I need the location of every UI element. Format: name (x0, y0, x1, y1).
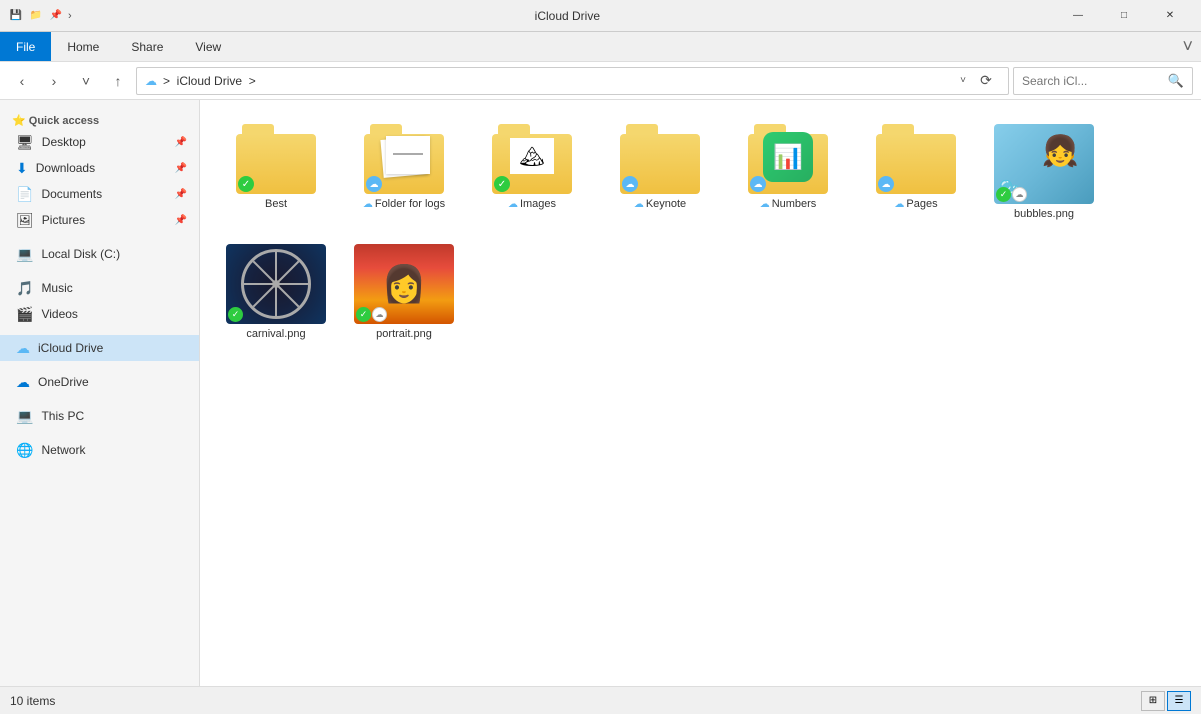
local-disk-icon: 💻 (16, 246, 33, 263)
thumbnail-carnival: ✓ (226, 244, 326, 324)
menu-share[interactable]: Share (115, 32, 179, 61)
menu-view[interactable]: View (179, 32, 237, 61)
file-label-logs: ☁ Folder for logs (363, 198, 445, 210)
title-bar-pin-icon[interactable]: 📌 (48, 8, 64, 24)
sidebar-item-this-pc[interactable]: 💻 This PC (0, 403, 199, 429)
file-label-keynote: ☁ Keynote (634, 198, 686, 210)
view-grid-button[interactable]: ⊞ (1141, 691, 1165, 711)
folder-icon-logs: ☁ (364, 124, 444, 194)
address-bar[interactable]: ☁ > iCloud Drive > ˅ ⟳ (136, 67, 1009, 95)
downloads-icon: ⬇ (16, 160, 28, 177)
search-input[interactable] (1022, 74, 1164, 88)
network-icon: 🌐 (16, 442, 33, 459)
address-dropdown[interactable]: ˅ (960, 75, 966, 86)
documents-icon: 📄 (16, 186, 33, 203)
close-button[interactable]: ✕ (1147, 0, 1193, 32)
file-label-best: Best (265, 198, 287, 210)
title-bar-controls: — □ ✕ (1055, 0, 1193, 32)
sidebar-item-music[interactable]: 🎵 Music (0, 275, 199, 301)
onedrive-icon: ☁ (16, 374, 30, 391)
title-bar: 💾 📁 📌 › iCloud Drive — □ ✕ (0, 0, 1201, 32)
sidebar-item-pictures[interactable]: 🖼 Pictures 📌 (0, 207, 199, 233)
list-item[interactable]: 👩 ✓ ☁ portrait.png (344, 236, 464, 348)
folder-icon-numbers: 📊 ☁ (748, 124, 828, 194)
refresh-button[interactable]: ⟳ (972, 67, 1000, 95)
list-item[interactable]: 📊 ☁ ☁ Numbers (728, 116, 848, 228)
sidebar-item-downloads[interactable]: ⬇ Downloads 📌 (0, 155, 199, 181)
search-icon: 🔍 (1168, 73, 1184, 89)
file-grid: ✓ Best ☁ ☁ Folder for log (216, 116, 1185, 348)
list-item[interactable]: ☁ ☁ Keynote (600, 116, 720, 228)
toolbar: ‹ › ˅ ↑ ☁ > iCloud Drive > ˅ ⟳ 🔍 (0, 62, 1201, 100)
item-count: 10 items (10, 694, 55, 708)
desktop-icon: 🖥 (16, 134, 34, 151)
pin-icon-desktop: 📌 (175, 137, 187, 148)
title-bar-arrow: › (68, 10, 72, 22)
pin-icon-documents: 📌 (175, 189, 187, 200)
pin-icon-pictures: 📌 (175, 215, 187, 226)
address-breadcrumb: > iCloud Drive > (163, 74, 954, 88)
list-item[interactable]: ☁ ☁ Pages (856, 116, 976, 228)
folder-icon-pages: ☁ (876, 124, 956, 194)
up-button[interactable]: ↑ (104, 67, 132, 95)
address-cloud-icon: ☁ (145, 74, 157, 88)
search-box[interactable]: 🔍 (1013, 67, 1193, 95)
view-list-button[interactable]: ☰ (1167, 691, 1191, 711)
file-label-numbers: ☁ Numbers (760, 198, 817, 210)
folder-icon-best: ✓ (236, 124, 316, 194)
list-item[interactable]: ☁ ☁ Folder for logs (344, 116, 464, 228)
sidebar-item-onedrive[interactable]: ☁ OneDrive (0, 369, 199, 395)
this-pc-icon: 💻 (16, 408, 33, 425)
title-bar-folder-icon[interactable]: 📁 (28, 8, 44, 24)
sidebar-item-desktop[interactable]: 🖥 Desktop 📌 (0, 129, 199, 155)
list-item[interactable]: ✓ Best (216, 116, 336, 228)
title-bar-icons: 💾 📁 📌 › (8, 8, 72, 24)
sidebar-item-network[interactable]: 🌐 Network (0, 437, 199, 463)
menu-file[interactable]: File (0, 32, 51, 61)
folder-icon-images: 🏔 ✓ (492, 124, 572, 194)
folder-icon-keynote: ☁ (620, 124, 700, 194)
title-bar-save-icon[interactable]: 💾 (8, 8, 24, 24)
view-toggles: ⊞ ☰ (1141, 691, 1191, 711)
list-item[interactable]: 👧 🫧 ✓ ☁ bubbles.png (984, 116, 1104, 228)
status-bar: 10 items ⊞ ☰ (0, 686, 1201, 714)
minimize-button[interactable]: — (1055, 0, 1101, 32)
music-icon: 🎵 (16, 280, 33, 297)
file-label-portrait: portrait.png (376, 328, 432, 340)
thumbnail-bubbles: 👧 🫧 ✓ ☁ (994, 124, 1094, 204)
back-button[interactable]: ‹ (8, 67, 36, 95)
maximize-button[interactable]: □ (1101, 0, 1147, 32)
content-area: ✓ Best ☁ ☁ Folder for log (200, 100, 1201, 686)
thumbnail-portrait: 👩 ✓ ☁ (354, 244, 454, 324)
menu-home[interactable]: Home (51, 32, 115, 61)
sidebar: ⭐ Quick access 🖥 Desktop 📌 ⬇ Downloads 📌… (0, 100, 200, 686)
main-layout: ⭐ Quick access 🖥 Desktop 📌 ⬇ Downloads 📌… (0, 100, 1201, 686)
file-label-pages: ☁ Pages (894, 198, 937, 210)
sidebar-section-quick-access: ⭐ Quick access (0, 108, 199, 129)
sidebar-item-local-disk[interactable]: 💻 Local Disk (C:) (0, 241, 199, 267)
menu-bar-expand[interactable]: ˅ (1182, 32, 1201, 61)
forward-button[interactable]: › (40, 67, 68, 95)
videos-icon: 🎬 (16, 306, 33, 323)
sidebar-item-videos[interactable]: 🎬 Videos (0, 301, 199, 327)
window-title: iCloud Drive (80, 9, 1055, 23)
list-item[interactable]: 🏔 ✓ ☁ Images (472, 116, 592, 228)
dropdown-button[interactable]: ˅ (72, 67, 100, 95)
file-label-carnival: carnival.png (246, 328, 305, 340)
list-item[interactable]: ✓ carnival.png (216, 236, 336, 348)
sidebar-item-icloud-drive[interactable]: ☁ iCloud Drive (0, 335, 199, 361)
file-label-bubbles: bubbles.png (1014, 208, 1074, 220)
file-label-images: ☁ Images (508, 198, 556, 210)
pin-icon-downloads: 📌 (175, 163, 187, 174)
icloud-drive-icon: ☁ (16, 340, 30, 357)
menu-bar: File Home Share View ˅ (0, 32, 1201, 62)
sidebar-item-documents[interactable]: 📄 Documents 📌 (0, 181, 199, 207)
pictures-icon: 🖼 (16, 212, 34, 229)
